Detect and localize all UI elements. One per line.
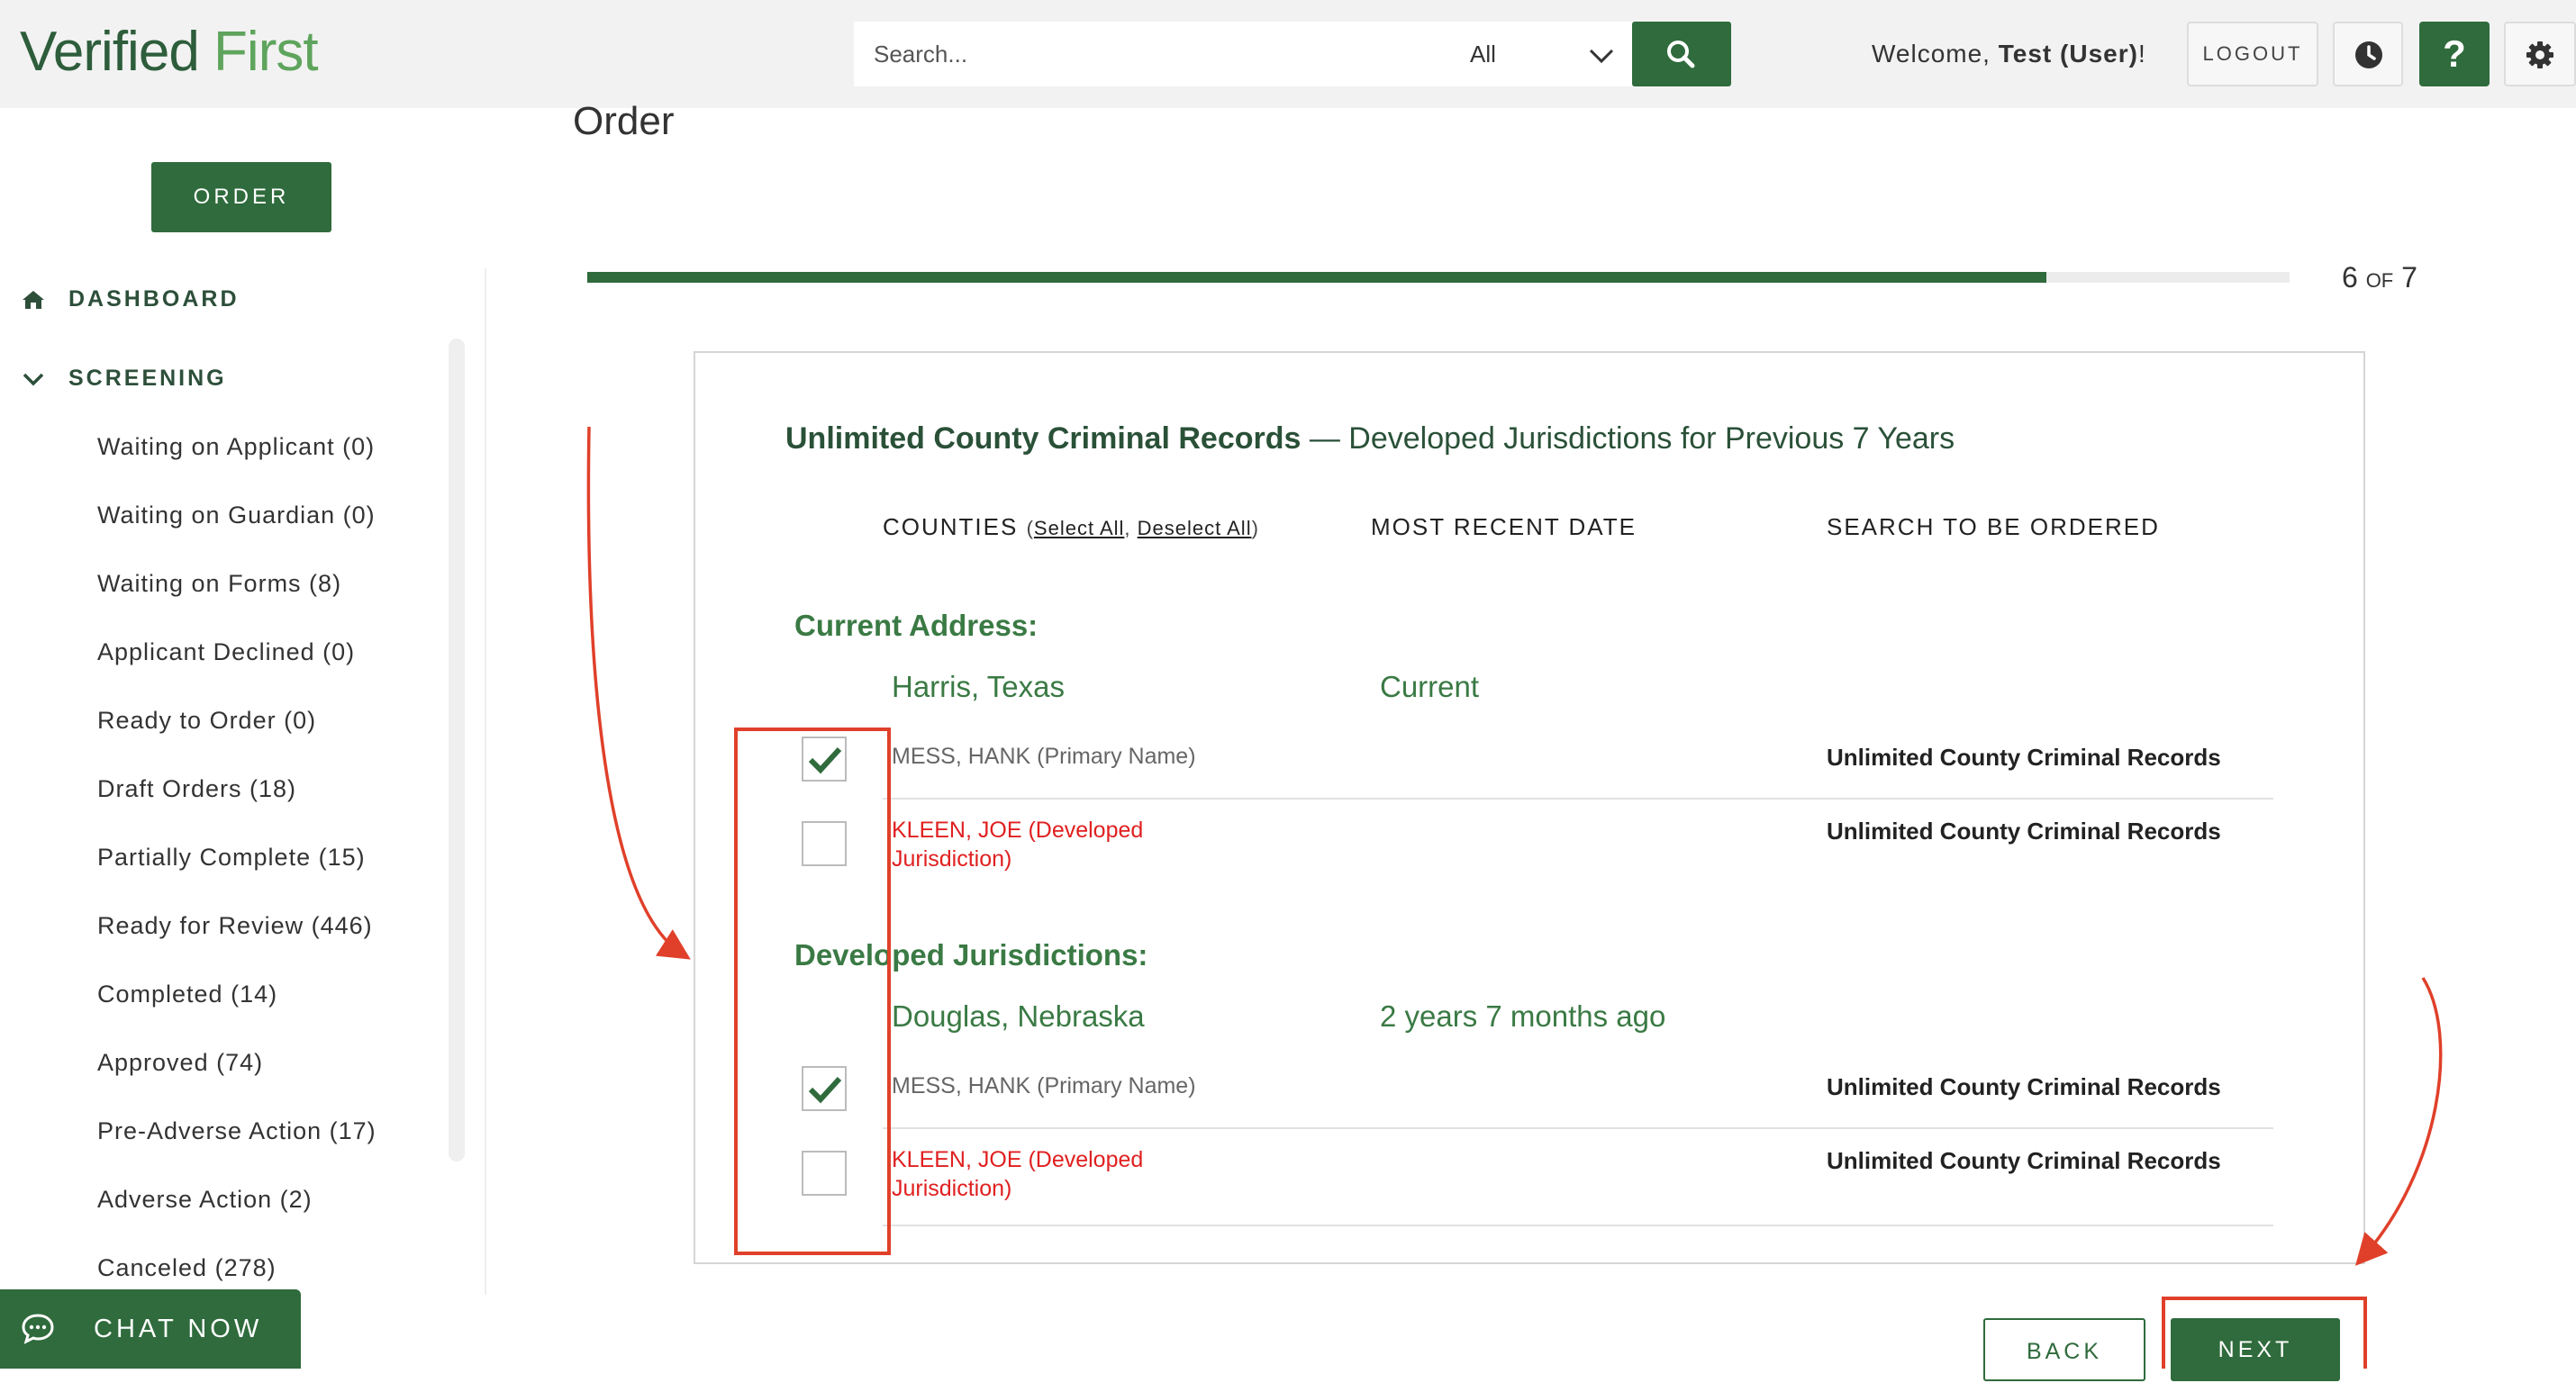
search-to-be-ordered: Unlimited County Criminal Records bbox=[1827, 744, 2221, 771]
subject-name: MESS, HANK (Primary Name) bbox=[892, 1073, 1196, 1098]
chat-bubble-icon bbox=[22, 1314, 54, 1344]
sidebar-item-dashboard[interactable]: DASHBOARD bbox=[22, 281, 240, 317]
county-name: Douglas, Nebraska bbox=[892, 999, 1145, 1033]
row-divider bbox=[883, 1225, 2273, 1226]
logo-text-verified: Verified bbox=[20, 21, 200, 83]
row-divider bbox=[883, 1127, 2273, 1129]
search-to-be-ordered: Unlimited County Criminal Records bbox=[1827, 1073, 2221, 1100]
search-scope-select[interactable]: All bbox=[1470, 22, 1496, 86]
home-icon bbox=[23, 291, 44, 310]
county-search-checkbox[interactable] bbox=[802, 737, 847, 782]
search-input[interactable] bbox=[872, 22, 1376, 86]
order-button[interactable]: ORDER bbox=[151, 162, 331, 232]
search-to-be-ordered-header: SEARCH TO BE ORDERED bbox=[1827, 513, 2160, 540]
most-recent-date: Current bbox=[1380, 670, 1480, 703]
settings-button[interactable] bbox=[2504, 22, 2576, 86]
sidebar-item-partially-complete[interactable]: Partially Complete (15) bbox=[97, 839, 376, 908]
section-title-product: Unlimited County Criminal Records bbox=[785, 421, 1302, 456]
sidebar-item-waiting-on-guardian[interactable]: Waiting on Guardian (0) bbox=[97, 497, 376, 565]
screening-submenu: Waiting on Applicant (0) Waiting on Guar… bbox=[97, 429, 376, 1318]
verified-first-logo[interactable]: Verified First bbox=[20, 16, 319, 88]
arrow-to-next-button bbox=[2354, 977, 2443, 1266]
sidebar-item-screening[interactable]: SCREENING bbox=[22, 360, 227, 396]
subject-name: KLEEN, JOE (Developed Jurisdiction) bbox=[892, 818, 1144, 872]
sidebar-item-waiting-on-forms[interactable]: Waiting on Forms (8) bbox=[97, 565, 376, 634]
chat-now-button[interactable]: CHAT NOW bbox=[0, 1289, 301, 1369]
gear-icon bbox=[2526, 41, 2553, 68]
step-counter: 6 OF 7 bbox=[2342, 261, 2417, 294]
group-heading-developed-jurisdictions: Developed Jurisdictions: bbox=[794, 938, 1148, 972]
search-button[interactable] bbox=[1632, 22, 1731, 86]
sidebar-item-ready-to-order[interactable]: Ready to Order (0) bbox=[97, 702, 376, 771]
sidebar-item-draft-orders[interactable]: Draft Orders (18) bbox=[97, 771, 376, 839]
sidebar-item-adverse-action[interactable]: Adverse Action (2) bbox=[97, 1181, 376, 1250]
county-search-checkbox[interactable] bbox=[802, 1066, 847, 1111]
sidebar-item-approved[interactable]: Approved (74) bbox=[97, 1044, 376, 1113]
back-button[interactable]: BACK bbox=[1983, 1318, 2145, 1381]
history-button[interactable] bbox=[2333, 22, 2403, 86]
sidebar-scrollbar[interactable] bbox=[449, 339, 465, 1162]
arrow-to-checkboxes bbox=[586, 426, 691, 960]
section-title-description: — Developed Jurisdictions for Previous 7… bbox=[1301, 421, 1955, 456]
step-total: 7 bbox=[2401, 261, 2417, 294]
chevron-down-icon[interactable] bbox=[1583, 41, 1619, 68]
row-divider bbox=[883, 798, 2273, 800]
step-of: OF bbox=[2365, 269, 2394, 292]
checkmark-icon bbox=[808, 1076, 842, 1104]
logout-button[interactable]: LOGOUT bbox=[2187, 22, 2318, 86]
counties-header-label: COUNTIES bbox=[883, 513, 1019, 540]
search-to-be-ordered: Unlimited County Criminal Records bbox=[1827, 1147, 2221, 1174]
chevron-down-icon bbox=[23, 374, 44, 386]
county-name: Harris, Texas bbox=[892, 670, 1065, 703]
order-progress-bar bbox=[587, 272, 2290, 283]
welcome-suffix: ! bbox=[2137, 40, 2146, 68]
chat-now-label: CHAT NOW bbox=[94, 1315, 263, 1343]
sidebar-item-pre-adverse-action[interactable]: Pre-Adverse Action (17) bbox=[97, 1113, 376, 1181]
next-button[interactable]: NEXT bbox=[2171, 1318, 2340, 1381]
county-search-checkbox[interactable] bbox=[802, 1151, 847, 1196]
sidebar-item-label: DASHBOARD bbox=[68, 286, 240, 312]
top-header: Verified First All Welcome, Test (User)!… bbox=[0, 0, 2576, 108]
most-recent-date: 2 years 7 months ago bbox=[1380, 999, 1666, 1033]
step-current: 6 bbox=[2342, 261, 2358, 294]
section-title: Unlimited County Criminal Records — Deve… bbox=[785, 421, 1955, 456]
sidebar-item-ready-for-review[interactable]: Ready for Review (446) bbox=[97, 908, 376, 976]
welcome-message: Welcome, Test (User)! bbox=[1872, 22, 2146, 86]
page-title: Order bbox=[573, 99, 675, 143]
search-icon bbox=[1667, 41, 1695, 68]
sidebar-item-waiting-on-applicant[interactable]: Waiting on Applicant (0) bbox=[97, 429, 376, 497]
welcome-user-name: Test (User) bbox=[1998, 40, 2138, 68]
subject-name: KLEEN, JOE (Developed Jurisdiction) bbox=[892, 1147, 1144, 1201]
county-search-checkbox[interactable] bbox=[802, 821, 847, 866]
deselect-all-link[interactable]: Deselect All bbox=[1138, 517, 1252, 539]
search-bar: All bbox=[854, 22, 1632, 86]
select-all-link[interactable]: Select All bbox=[1034, 517, 1125, 539]
group-heading-current-address: Current Address: bbox=[794, 609, 1039, 642]
logo-text-first: First bbox=[213, 21, 319, 83]
help-button[interactable]: ? bbox=[2419, 22, 2490, 86]
sidebar-divider bbox=[485, 268, 486, 1295]
most-recent-date-header: MOST RECENT DATE bbox=[1371, 513, 1637, 540]
select-links: (Select All, Deselect All) bbox=[1026, 517, 1259, 539]
sidebar-item-completed[interactable]: Completed (14) bbox=[97, 976, 376, 1044]
search-to-be-ordered: Unlimited County Criminal Records bbox=[1827, 818, 2221, 845]
welcome-prefix: Welcome, bbox=[1872, 40, 1999, 68]
counties-column-header: COUNTIES (Select All, Deselect All) bbox=[883, 513, 1259, 541]
clock-icon bbox=[2355, 41, 2382, 68]
checkmark-icon bbox=[808, 746, 842, 774]
sidebar-item-applicant-declined[interactable]: Applicant Declined (0) bbox=[97, 634, 376, 702]
sidebar-item-label: SCREENING bbox=[68, 366, 227, 391]
subject-name: MESS, HANK (Primary Name) bbox=[892, 744, 1196, 769]
order-progress-fill bbox=[587, 272, 2046, 283]
